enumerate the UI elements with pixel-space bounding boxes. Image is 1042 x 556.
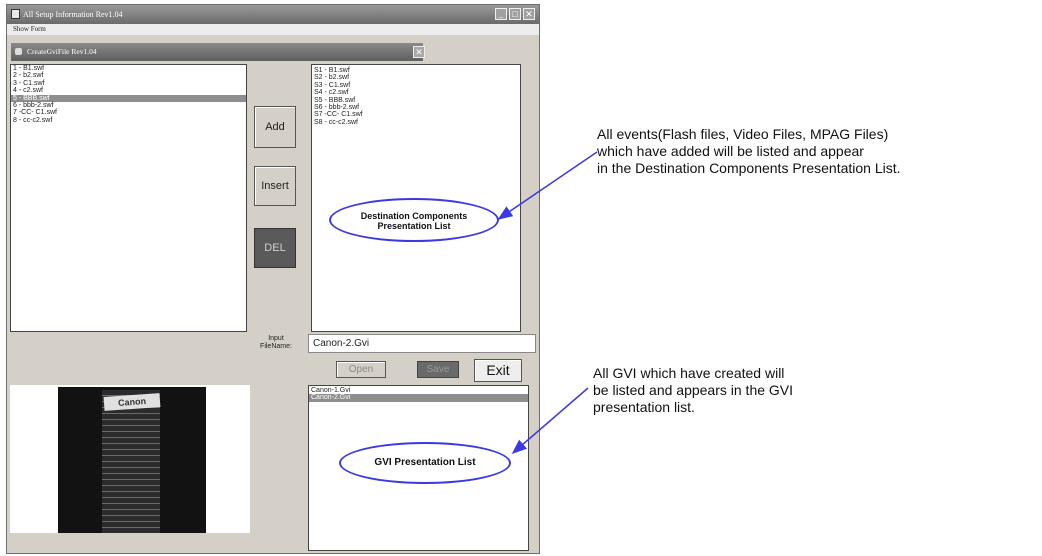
callout-destination-text: All events(Flash files, Video Files, MPA… bbox=[597, 126, 901, 177]
destination-list-callout-ellipse: Destination Components Presentation List bbox=[329, 198, 499, 242]
callout1-line: which have added will be listed and appe… bbox=[597, 143, 864, 159]
callout-gvi-text: All GVI which have created will be liste… bbox=[593, 365, 793, 416]
ellipse1-line2: Presentation List bbox=[377, 221, 451, 231]
callout1-line: in the Destination Components Presentati… bbox=[597, 160, 901, 176]
ellipse1-line1: Destination Components bbox=[360, 211, 468, 221]
callout2-line: All GVI which have created will bbox=[593, 365, 785, 381]
annotation-arrows bbox=[497, 151, 598, 454]
callout2-line: be listed and appears in the GVI bbox=[593, 382, 794, 398]
callout1-line: All events(Flash files, Video Files, MPA… bbox=[597, 126, 889, 142]
arrow-to-gvi-ellipse bbox=[511, 387, 589, 454]
gvi-list-callout-ellipse: GVI Presentation List bbox=[339, 442, 511, 484]
arrow-to-destination-ellipse bbox=[497, 151, 598, 220]
callout2-line: presentation list. bbox=[593, 399, 695, 415]
